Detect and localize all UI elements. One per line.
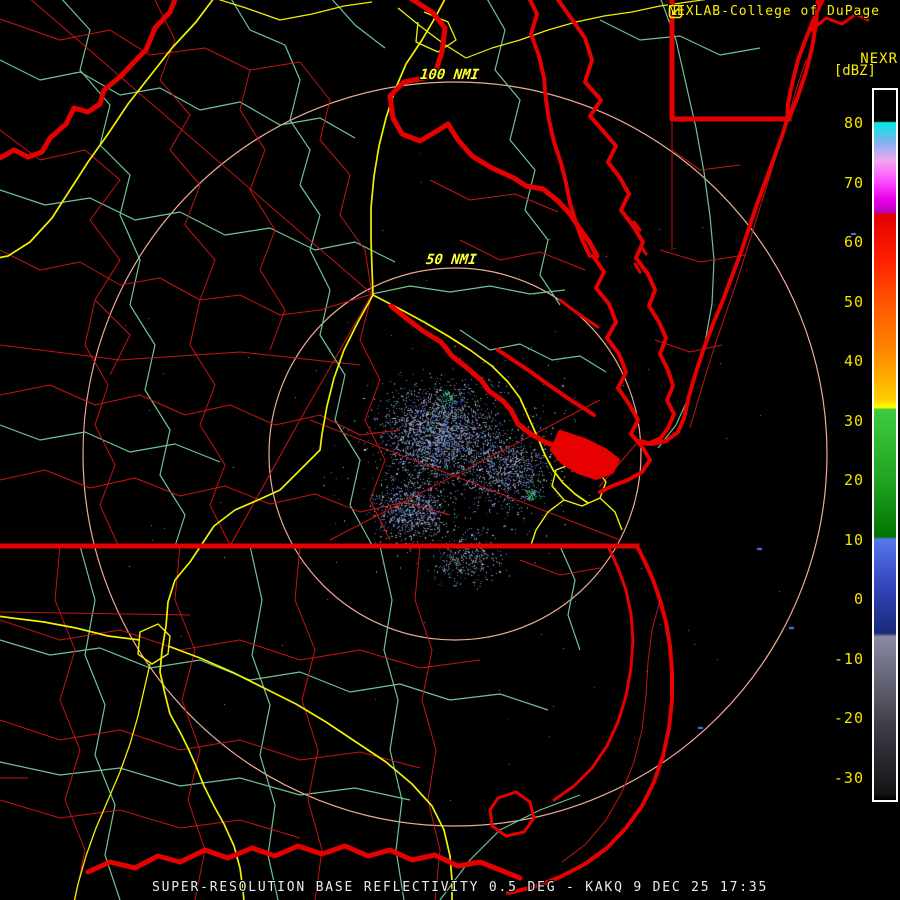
colorbar-tick-label: 20 xyxy=(843,471,864,489)
external-link-box-icon[interactable] xyxy=(668,4,683,19)
range-ring-label: 50 NMI xyxy=(425,252,478,268)
colorbar-tick-label: 0 xyxy=(853,590,864,608)
coastlines-rivers xyxy=(0,0,870,895)
bottom-caption: SUPER-RESOLUTION BASE REFLECTIVITY 0.5 D… xyxy=(152,880,769,895)
colorbar-tick-label: -20 xyxy=(833,709,864,727)
colorbar-tick-label: -10 xyxy=(833,649,864,668)
colorbar-tick-label: 80 xyxy=(843,114,864,132)
colorbar-tick-label: 70 xyxy=(843,173,864,192)
credit: NEXLAB-College of DuPage xyxy=(668,4,880,19)
colorbar-gradient xyxy=(874,90,896,800)
colorbar-units-label: [dBZ] xyxy=(833,63,876,79)
colorbar-tick-label: 40 xyxy=(843,352,864,370)
colorbar-tick-label: -30 xyxy=(833,768,864,787)
colorbar xyxy=(872,88,898,802)
colorbar-tick-label: 50 xyxy=(843,292,864,311)
radar-display: 80 70 60 50 40 30 20 10 0 -10 -20 -30 NEXR [dBZ] NE… xyxy=(0,0,900,900)
colorbar-tick-label: 10 xyxy=(843,530,864,549)
range-rings xyxy=(82,81,828,827)
credit-text: NEXLAB-College of DuPage xyxy=(668,4,880,19)
colorbar-tick-label: 60 xyxy=(843,233,864,251)
colorbar-tick-label: 30 xyxy=(843,411,864,430)
range-ring-label: 100 NMI xyxy=(419,67,480,83)
range-ring xyxy=(82,81,828,827)
basemap-svg xyxy=(0,0,870,900)
